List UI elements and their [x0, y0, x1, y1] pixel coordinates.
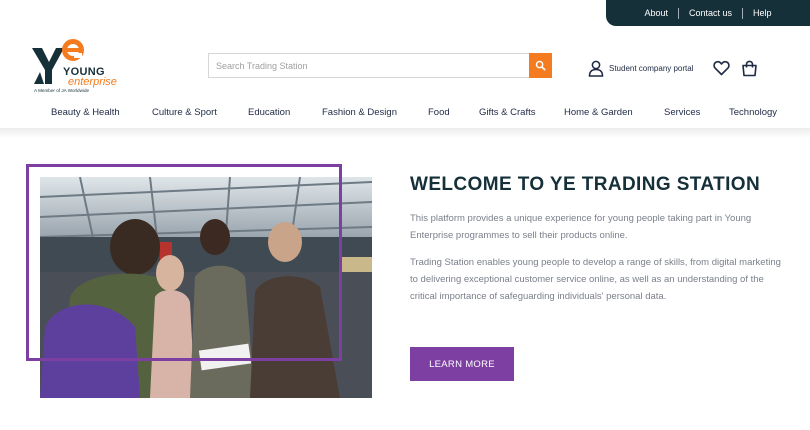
category-fashion-design[interactable]: Fashion & Design [322, 107, 397, 118]
category-nav: Beauty & Health Culture & Sport Educatio… [0, 100, 810, 128]
search-input[interactable] [208, 53, 529, 78]
category-services[interactable]: Services [664, 107, 700, 118]
young-enterprise-logo[interactable]: YOUNG enterprise A Member of JA Worldwid… [30, 38, 130, 94]
nav-divider [0, 128, 810, 138]
about-link[interactable]: About [634, 8, 678, 18]
contact-us-link[interactable]: Contact us [679, 8, 742, 18]
basket-button[interactable] [741, 60, 758, 82]
help-link[interactable]: Help [743, 8, 782, 18]
search-button[interactable] [529, 53, 552, 78]
category-education[interactable]: Education [248, 107, 290, 118]
student-portal-link[interactable]: Student company portal [588, 60, 694, 77]
category-food[interactable]: Food [428, 107, 450, 118]
category-technology[interactable]: Technology [729, 107, 777, 118]
user-icon [588, 60, 604, 77]
hero-accent-frame [26, 164, 342, 361]
logo-wordmark-enterprise: enterprise [68, 76, 117, 88]
skills-paragraph: Trading Station enables young people to … [410, 257, 781, 302]
search-bar [208, 53, 552, 78]
intro-paragraph: This platform provides a unique experien… [410, 213, 752, 241]
category-gifts-crafts[interactable]: Gifts & Crafts [479, 107, 535, 118]
wishlist-button[interactable] [713, 60, 730, 81]
category-beauty-health[interactable]: Beauty & Health [51, 107, 120, 118]
logo-tagline: A Member of JA Worldwide [34, 88, 90, 93]
utility-nav: About Contact us Help [606, 0, 810, 26]
heart-icon [713, 60, 730, 76]
learn-more-button[interactable]: LEARN MORE [410, 347, 514, 381]
page-title: WELCOME TO YE TRADING STATION [410, 174, 761, 195]
search-icon [535, 60, 546, 71]
category-home-garden[interactable]: Home & Garden [564, 107, 633, 118]
category-culture-sport[interactable]: Culture & Sport [152, 107, 217, 118]
shopping-bag-icon [742, 60, 757, 77]
student-portal-label: Student company portal [609, 64, 694, 73]
